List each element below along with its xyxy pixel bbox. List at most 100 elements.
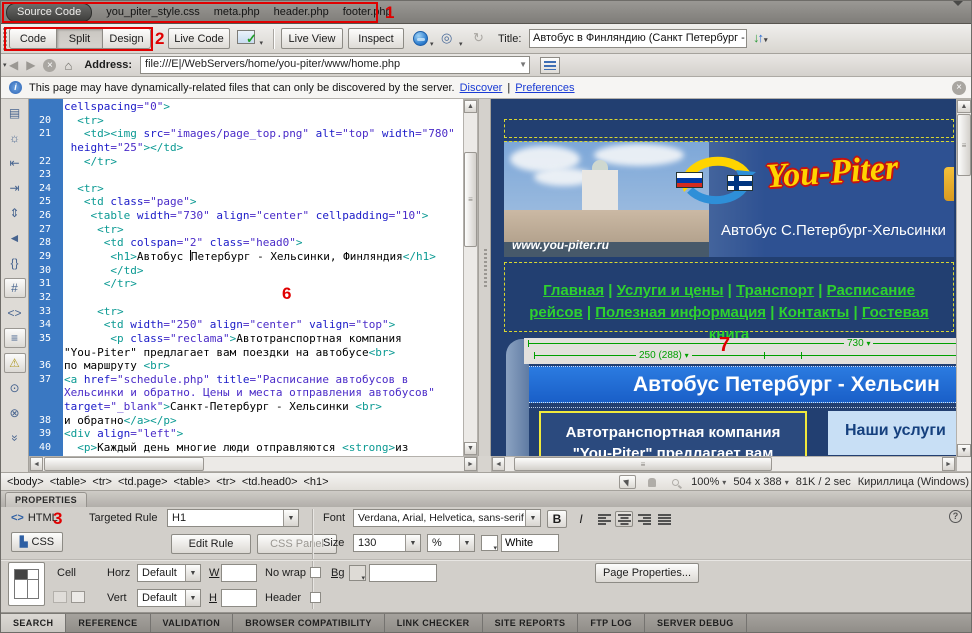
html-mode-button[interactable]: <> HTML bbox=[11, 508, 67, 528]
preferences-link[interactable]: Preferences bbox=[515, 82, 574, 94]
code-hscroll-thumb[interactable] bbox=[44, 457, 204, 471]
results-tab-search[interactable]: SEARCH bbox=[1, 614, 66, 633]
back-icon[interactable]: ◀ bbox=[9, 58, 18, 72]
tag-selector-item[interactable]: <tr> bbox=[216, 476, 236, 488]
italic-button[interactable]: I bbox=[571, 510, 591, 528]
design-vertical-scrollbar[interactable]: ▲ ≡ ▼ bbox=[956, 99, 972, 472]
code-line[interactable]: 21 <td><img src="images/page_top.png" al… bbox=[29, 127, 463, 141]
code-line[interactable]: "You-Piter" предлагает вам поездки на ав… bbox=[29, 346, 463, 360]
vert-align-select[interactable]: Default▼ bbox=[137, 589, 201, 607]
tag-selector-item[interactable]: <table> bbox=[50, 476, 87, 488]
results-tab-link-checker[interactable]: LINK CHECKER bbox=[385, 614, 483, 633]
site-banner[interactable]: www.you-piter.ru You-Piter Автобус С.Пет… bbox=[504, 141, 954, 257]
scroll-up-icon[interactable]: ▲ bbox=[957, 100, 971, 113]
page-heading-h1[interactable]: Автобус Петербург - Хельсин bbox=[529, 366, 956, 403]
remove-comment-icon[interactable]: ⊗ bbox=[4, 403, 26, 423]
code-line[interactable]: 35 <p class="reclama">Автотранспортная к… bbox=[29, 332, 463, 346]
table-width-label[interactable]: 730 ▾ bbox=[844, 338, 873, 349]
split-cell-icon[interactable] bbox=[71, 591, 85, 603]
scroll-left-icon[interactable]: ◄ bbox=[492, 457, 505, 471]
scroll-down-icon[interactable]: ▼ bbox=[464, 442, 477, 455]
design-scroll-thumb[interactable]: ≡ bbox=[957, 114, 971, 176]
size-unit-select[interactable]: %▼ bbox=[427, 534, 475, 552]
code-view[interactable]: cellspacing="0">20 <tr>21 <td><img src="… bbox=[29, 99, 463, 456]
apply-comment-icon[interactable]: ⊙ bbox=[4, 378, 26, 398]
refresh-design-view-icon[interactable]: ↻ bbox=[473, 30, 484, 46]
code-line[interactable]: 22 </tr> bbox=[29, 155, 463, 169]
code-scroll-thumb[interactable]: ≡ bbox=[464, 152, 477, 247]
live-code-button[interactable]: Live Code bbox=[168, 28, 230, 49]
no-wrap-checkbox[interactable] bbox=[310, 567, 321, 578]
split-view-button[interactable]: Split bbox=[57, 28, 103, 49]
select-tool-icon[interactable] bbox=[619, 475, 636, 489]
code-line[interactable]: 34 <td width="250" align="center" valign… bbox=[29, 318, 463, 332]
collapse-selection-icon[interactable]: ⇥ bbox=[4, 178, 26, 198]
design-nav-link[interactable]: Контакты bbox=[779, 304, 850, 321]
tag-selector-item[interactable]: <body> bbox=[7, 476, 44, 488]
code-line[interactable]: 27 <tr> bbox=[29, 223, 463, 237]
text-color-input[interactable]: White bbox=[501, 534, 559, 552]
visual-aids-dropdown-caret[interactable]: ▾ bbox=[459, 40, 463, 48]
related-file-tab[interactable]: header.php bbox=[274, 6, 329, 18]
code-line[interactable]: 30 </td> bbox=[29, 264, 463, 278]
line-numbers-icon[interactable]: # bbox=[4, 278, 26, 298]
magnification-select[interactable]: 100% ▾ bbox=[691, 476, 726, 488]
align-right-button[interactable] bbox=[635, 511, 653, 527]
design-horizontal-scrollbar[interactable]: ◄ ≡ ► bbox=[491, 456, 956, 472]
related-files-list-caret[interactable]: ▾ bbox=[3, 61, 7, 69]
close-info-bar-icon[interactable]: × bbox=[952, 81, 966, 95]
code-line[interactable]: 40 <p>Каждый день многие люди отправляют… bbox=[29, 441, 463, 455]
code-line[interactable]: 28 <td colspan="2" class="head0"> bbox=[29, 236, 463, 250]
window-size-select[interactable]: 504 x 388 ▾ bbox=[733, 476, 788, 488]
recent-snippets-icon[interactable]: » bbox=[5, 427, 25, 449]
cell-width-input[interactable] bbox=[221, 564, 257, 582]
code-line[interactable]: Хельсинки и обратно. Цены и места отправ… bbox=[29, 386, 463, 400]
visual-aids-icon[interactable]: ◎ bbox=[441, 30, 459, 46]
expand-all-icon[interactable]: ⇕ bbox=[4, 203, 26, 223]
tag-selector-item[interactable]: <table> bbox=[174, 476, 211, 488]
horz-align-select[interactable]: Default▼ bbox=[137, 564, 201, 582]
code-horizontal-scrollbar[interactable]: ◄ ► bbox=[29, 456, 478, 472]
scroll-left-icon[interactable]: ◄ bbox=[30, 457, 43, 471]
home-icon[interactable]: ⌂ bbox=[64, 58, 72, 73]
results-tab-reference[interactable]: REFERENCE bbox=[66, 614, 150, 633]
live-view-button[interactable]: Live View bbox=[281, 28, 343, 49]
code-line[interactable]: 26 <table width="730" align="center" cel… bbox=[29, 209, 463, 223]
header-checkbox[interactable] bbox=[310, 592, 321, 603]
font-select[interactable]: Verdana, Arial, Helvetica, sans-serif▼ bbox=[353, 509, 541, 527]
toolbar-grip[interactable] bbox=[3, 28, 7, 50]
justify-button[interactable] bbox=[655, 511, 673, 527]
split-view-divider[interactable] bbox=[478, 99, 491, 456]
merge-cells-icon[interactable] bbox=[53, 591, 67, 603]
select-parent-tag-icon[interactable]: ◄ bbox=[4, 228, 26, 248]
preview-dropdown-caret[interactable]: ▾ bbox=[430, 40, 434, 48]
bg-color-picker[interactable] bbox=[349, 565, 366, 581]
code-line[interactable]: target="_blank">Санкт-Петербург - Хельси… bbox=[29, 400, 463, 414]
scroll-right-icon[interactable]: ► bbox=[942, 457, 955, 471]
check-browser-compatibility-icon[interactable]: ✓▾ bbox=[237, 30, 263, 47]
document-title-input[interactable]: Автобус в Финляндию (Санкт Петербург - Х… bbox=[529, 29, 747, 48]
results-tab-server-debug[interactable]: SERVER DEBUG bbox=[645, 614, 747, 633]
balance-braces-icon[interactable]: {} bbox=[4, 253, 26, 273]
source-code-tab[interactable]: Source Code bbox=[6, 3, 92, 22]
services-box[interactable]: Наши услуги bbox=[828, 411, 956, 455]
code-line[interactable]: height="25"></td> bbox=[29, 141, 463, 155]
design-nav-link[interactable]: Полезная информация bbox=[595, 304, 766, 321]
show-code-navigator-icon[interactable]: ☼ bbox=[4, 128, 26, 148]
code-line[interactable]: 25 <td class="page"> bbox=[29, 195, 463, 209]
stop-icon[interactable]: × bbox=[43, 59, 56, 72]
code-line[interactable]: 32 bbox=[29, 291, 463, 305]
related-files-list-icon[interactable] bbox=[540, 57, 560, 74]
code-line[interactable]: 39<div align="left"> bbox=[29, 427, 463, 441]
design-hscroll-thumb[interactable]: ≡ bbox=[514, 457, 772, 471]
results-tab-browser-compatibility[interactable]: BROWSER COMPATIBILITY bbox=[233, 614, 385, 633]
open-documents-icon[interactable]: ▤ bbox=[4, 103, 26, 123]
related-file-tab[interactable]: meta.php bbox=[214, 6, 260, 18]
edit-rule-button[interactable]: Edit Rule bbox=[171, 534, 251, 554]
address-dropdown-caret[interactable]: ▼ bbox=[519, 60, 527, 69]
code-line[interactable]: 29 <h1>Автобус Петербург - Хельсинки, Фи… bbox=[29, 250, 463, 264]
code-vertical-scrollbar[interactable]: ▲ ≡ ▼ bbox=[463, 99, 478, 456]
tag-selector-item[interactable]: <td.head0> bbox=[242, 476, 298, 488]
help-icon[interactable]: ? bbox=[949, 510, 962, 523]
code-view-button[interactable]: Code bbox=[9, 28, 57, 49]
